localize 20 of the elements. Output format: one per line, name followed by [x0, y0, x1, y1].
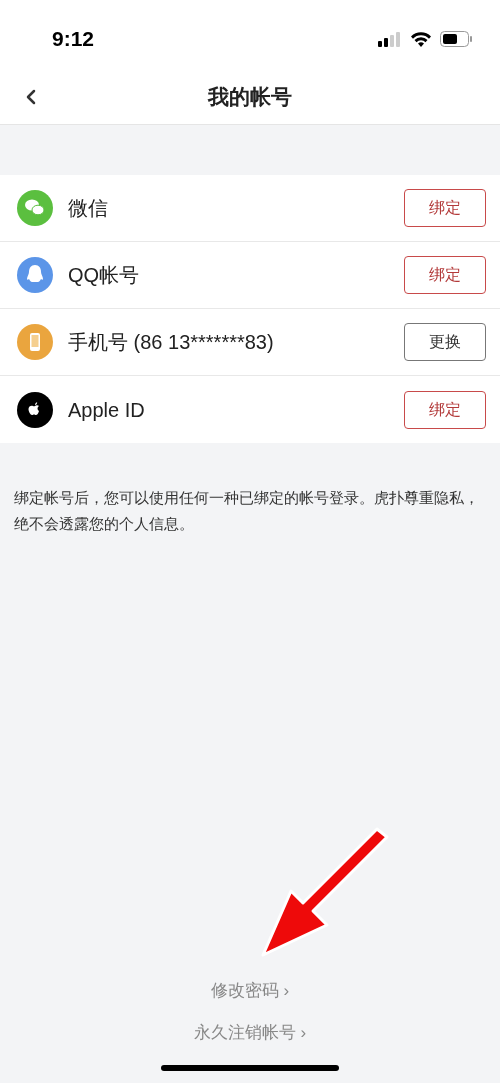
account-name: QQ帐号: [68, 263, 140, 288]
penguin-icon: [17, 257, 53, 293]
phone-icon: [17, 324, 53, 360]
chat-bubbles-icon: [17, 190, 53, 226]
account-action-button[interactable]: 绑定: [404, 189, 486, 227]
page-title: 我的帐号: [208, 84, 292, 111]
account-action-button[interactable]: 绑定: [404, 390, 486, 429]
status-time: 9:12: [52, 26, 95, 53]
settings-link[interactable]: 修改密码 ›: [210, 978, 290, 1004]
account-name: Apple ID: [68, 397, 145, 423]
signal-icon: [378, 31, 402, 47]
wifi-icon: [410, 31, 432, 47]
apple-icon: [17, 391, 53, 428]
account-action-button[interactable]: 绑定: [404, 256, 486, 294]
settings-link[interactable]: 永久注销帐号 ›: [193, 1019, 307, 1045]
account-action-button[interactable]: 更换: [404, 323, 486, 361]
account-name: 微信: [68, 196, 108, 221]
account-name: 手机号 (86 13*******83): [68, 330, 274, 355]
battery-icon: [440, 31, 472, 47]
binding-note: 绑定帐号后，您可以使用任何一种已绑定的帐号登录。虎扑尊重隐私，绝不会透露您的个人信息。: [13, 488, 480, 534]
